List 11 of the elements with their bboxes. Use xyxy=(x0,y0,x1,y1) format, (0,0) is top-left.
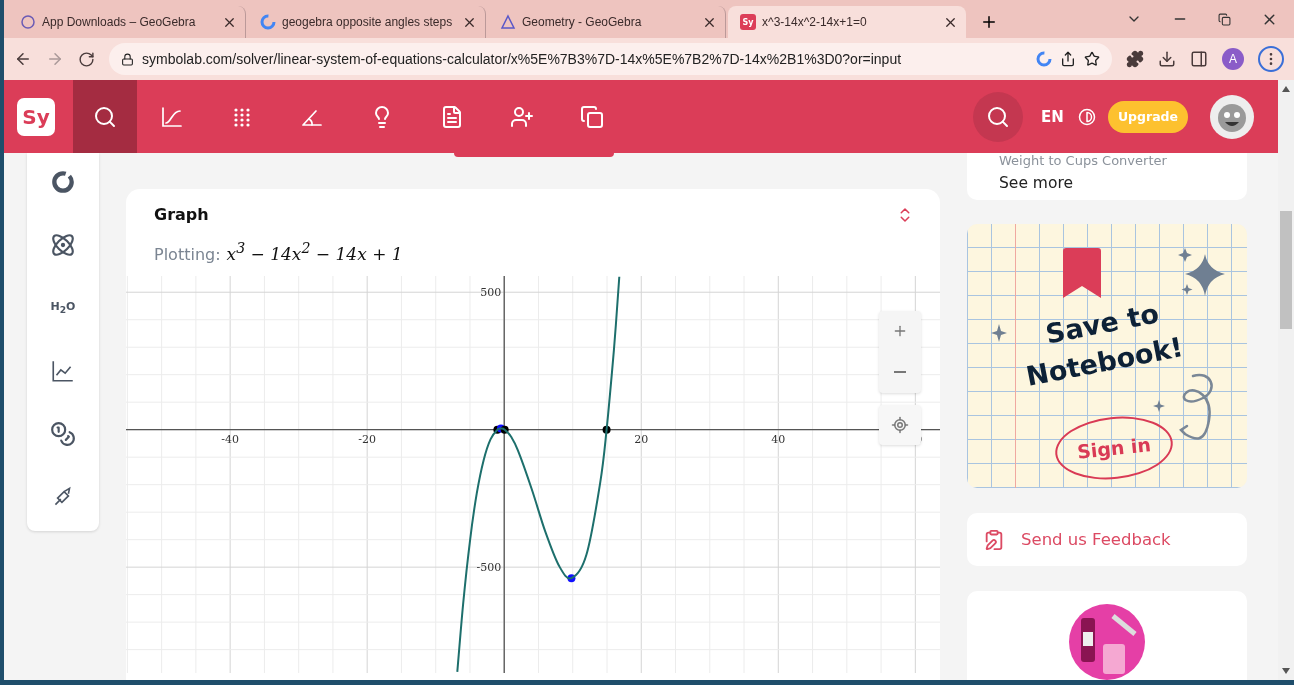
y-tick-label: 500 xyxy=(480,285,502,299)
y-tick-label: -500 xyxy=(476,560,502,574)
x-tick-label: -20 xyxy=(358,432,377,446)
x-tick-label: -40 xyxy=(221,432,239,446)
card-title: Graph xyxy=(154,205,209,224)
x-tick-label: 40 xyxy=(771,432,786,446)
formula: x$^{3}$ − 14x$^{2}$ − 14x + 1 xyxy=(226,240,403,264)
x-tick-label: 20 xyxy=(634,432,649,446)
url-text: symbolab.com/solver/linear-system-of-equations-calculator/x%5E%7B3%7D-14x%5E%7B2%7D-14x%2B1%3D0?or=input xyxy=(142,51,903,67)
plotting-label: Plotting: xyxy=(154,244,221,264)
site-logo-icon: Sy xyxy=(740,14,756,30)
